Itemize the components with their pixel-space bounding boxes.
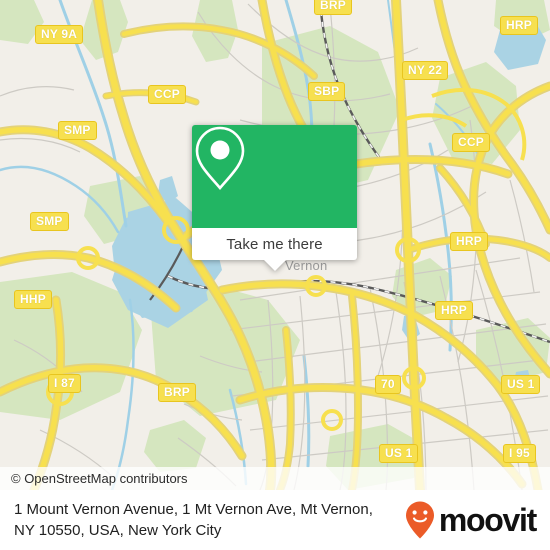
address-text: 1 Mount Vernon Avenue, 1 Mt Vernon Ave, … <box>14 501 373 539</box>
take-me-there-button[interactable]: Take me there <box>192 228 357 260</box>
road-shield[interactable]: NY 9A <box>35 25 84 44</box>
location-popup-card[interactable]: Take me there <box>192 125 357 271</box>
road-shield[interactable]: SMP <box>30 212 69 231</box>
road-shield[interactable]: BRP <box>314 0 352 15</box>
road-shield[interactable]: CCP <box>452 133 490 152</box>
popup-header <box>192 125 357 228</box>
road-shield[interactable]: HRP <box>435 301 473 320</box>
place-label-vernon: Vernon <box>285 258 328 273</box>
road-shield[interactable]: I 95 <box>503 444 536 463</box>
road-shield[interactable]: NY 22 <box>402 61 449 80</box>
road-shield[interactable]: US 1 <box>379 444 419 463</box>
attribution-text[interactable]: © OpenStreetMap contributors <box>11 471 188 486</box>
moovit-logo[interactable]: moovit <box>405 501 537 539</box>
road-shield[interactable]: US 1 <box>501 375 541 394</box>
map-canvas[interactable]: NY 9A CCP SMP SMP HHP I 87 BRP BRP SBP N… <box>0 0 550 490</box>
map-screenshot: NY 9A CCP SMP SMP HHP I 87 BRP BRP SBP N… <box>0 0 550 550</box>
road-shield[interactable]: SBP <box>308 82 346 101</box>
road-shield[interactable]: HRP <box>500 16 538 35</box>
road-shield[interactable]: SMP <box>58 121 97 140</box>
map-pin-icon <box>195 126 245 191</box>
road-shield[interactable]: HRP <box>450 232 488 251</box>
attribution-bar: © OpenStreetMap contributors <box>0 467 550 490</box>
road-shield[interactable]: HHP <box>14 290 52 309</box>
moovit-pin-smiley-icon <box>405 501 434 539</box>
take-me-there-label: Take me there <box>226 235 323 253</box>
road-shield[interactable]: I 87 <box>48 374 81 393</box>
road-shield[interactable]: BRP <box>158 383 196 402</box>
road-shield[interactable]: CCP <box>148 85 186 104</box>
road-shield[interactable]: 70 <box>375 375 401 394</box>
moovit-wordmark: moovit <box>438 502 537 538</box>
footer-bar: 1 Mount Vernon Avenue, 1 Mt Vernon Ave, … <box>0 490 550 550</box>
popup-tail-pointer <box>263 260 286 271</box>
